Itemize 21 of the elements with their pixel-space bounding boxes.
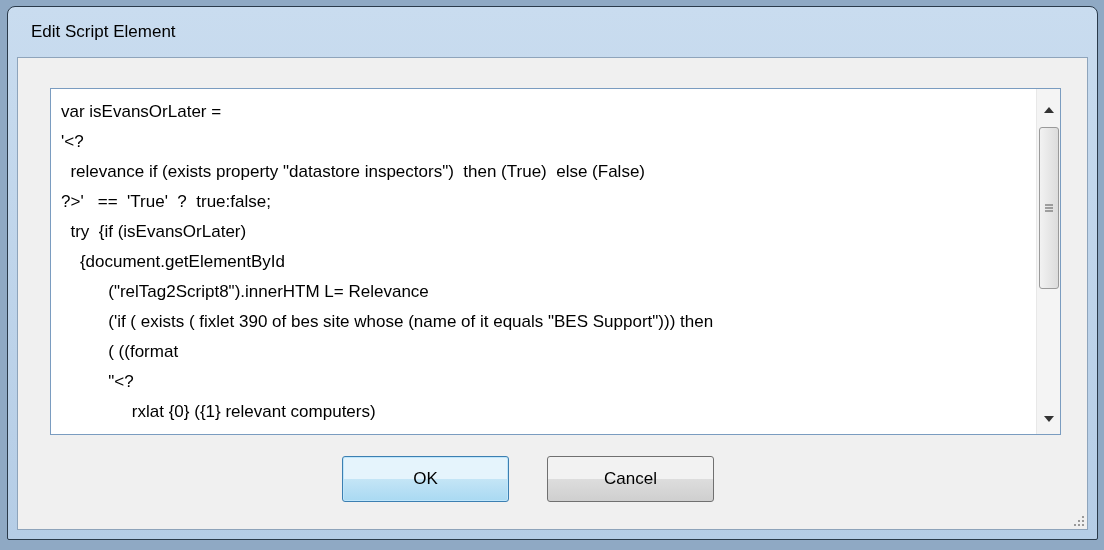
ok-button[interactable]: OK <box>342 456 509 502</box>
code-line: ( ((format <box>107 341 180 363</box>
code-line: var isEvansOrLater = <box>61 101 223 123</box>
code-line: rxlat {0} ({1} relevant computers) <box>130 401 377 423</box>
grip-icon <box>1043 203 1054 213</box>
code-line: '<? <box>61 131 85 153</box>
code-line: ?>' == 'True' ? true:false; <box>61 191 272 213</box>
code-line: "<? <box>107 371 135 393</box>
script-text-area[interactable] <box>50 88 1061 435</box>
resize-grip-icon[interactable] <box>1073 515 1085 527</box>
vertical-scrollbar[interactable] <box>1036 89 1060 434</box>
code-line: try {if (isEvansOrLater) <box>69 221 248 243</box>
code-line: relevance if (exists property "datastore inspectors") then (True) else (False) <box>69 161 646 183</box>
code-line: ("relTag2Script8").innerHTM L= Relevance <box>107 281 430 303</box>
scroll-up-arrow-icon[interactable] <box>1043 107 1054 113</box>
cancel-button[interactable]: Cancel <box>547 456 714 502</box>
scroll-down-arrow-icon[interactable] <box>1043 416 1054 422</box>
window-title: Edit Script Element <box>31 22 176 42</box>
code-line: {document.getElementById <box>78 251 286 273</box>
scrollbar-thumb[interactable] <box>1038 127 1059 289</box>
code-line: ('if ( exists ( fixlet 390 of bes site whose (name of it equals "BES Support"))) then <box>107 311 715 333</box>
